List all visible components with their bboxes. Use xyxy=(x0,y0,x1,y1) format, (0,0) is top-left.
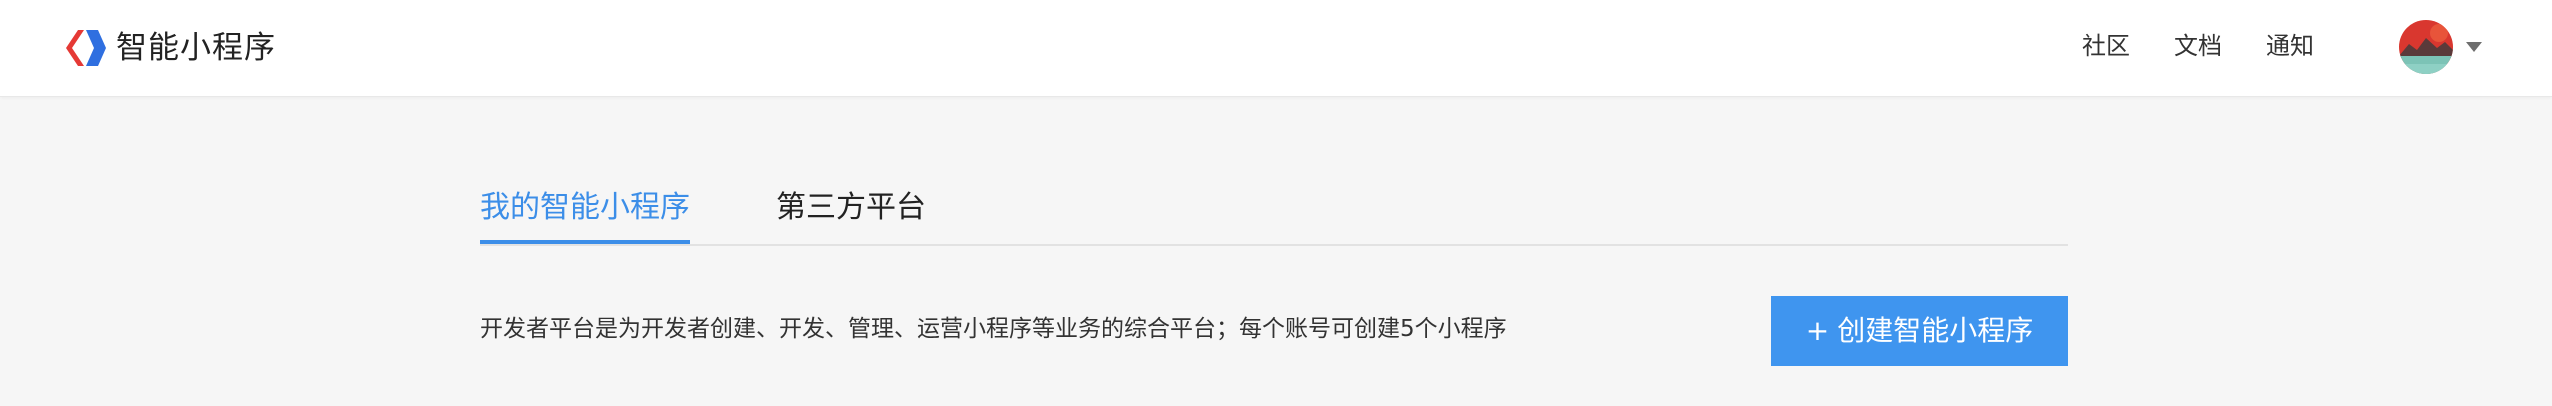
create-button-label: 创建智能小程序 xyxy=(1837,314,2034,347)
create-mini-program-button[interactable]: + 创建智能小程序 xyxy=(1771,296,2068,366)
avatar-image-icon xyxy=(2399,20,2453,74)
plus-icon: + xyxy=(1805,314,1830,347)
tab-bar: 我的智能小程序 第三方平台 xyxy=(480,180,2068,246)
platform-description: 开发者平台是为开发者创建、开发、管理、运营小程序等业务的综合平台；每个账号可创建… xyxy=(480,316,1507,342)
nav-docs[interactable]: 文档 xyxy=(2174,28,2222,64)
active-tab-indicator xyxy=(480,240,690,244)
nav-notifications[interactable]: 通知 xyxy=(2266,28,2314,64)
top-header: 智能小程序 社区 文档 通知 xyxy=(0,0,2552,97)
tab-third-party-platform[interactable]: 第三方平台 xyxy=(776,186,926,230)
nav-community[interactable]: 社区 xyxy=(2082,28,2130,64)
user-avatar[interactable] xyxy=(2399,20,2453,74)
swan-logo-icon[interactable] xyxy=(62,26,106,70)
brand-title[interactable]: 智能小程序 xyxy=(116,26,276,70)
caret-down-icon[interactable] xyxy=(2466,42,2482,52)
tab-my-mini-programs[interactable]: 我的智能小程序 xyxy=(480,186,690,230)
